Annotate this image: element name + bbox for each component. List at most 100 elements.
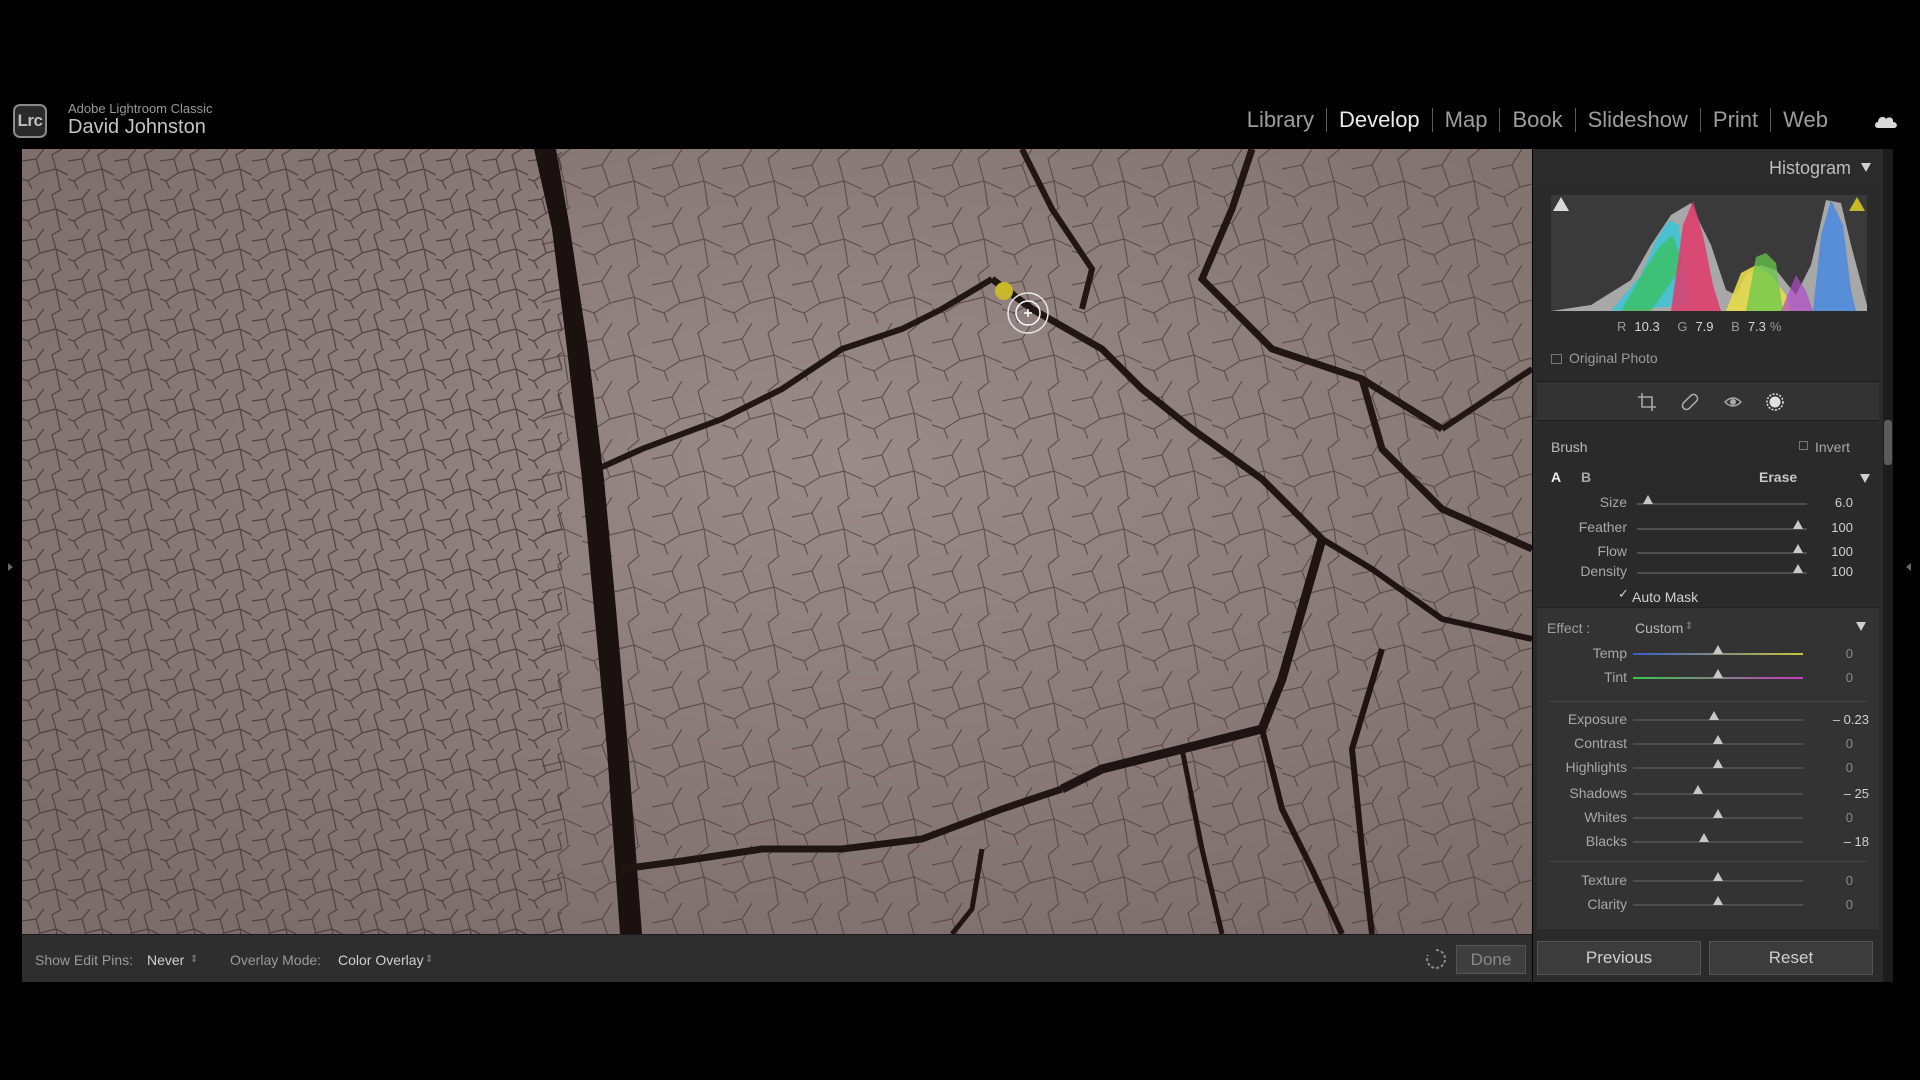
exposure-value[interactable]: – 0.23 bbox=[1803, 712, 1869, 727]
shadows-value[interactable]: – 25 bbox=[1803, 786, 1869, 801]
reset-button[interactable]: Reset bbox=[1709, 941, 1873, 975]
divider bbox=[1549, 861, 1867, 862]
feather-value[interactable]: 100 bbox=[1803, 520, 1853, 535]
histogram-graph[interactable] bbox=[1551, 195, 1867, 311]
healing-tool-icon[interactable] bbox=[1680, 392, 1700, 412]
highlight-clipping-icon[interactable] bbox=[1849, 197, 1865, 211]
blacks-label: Blacks bbox=[1585, 833, 1627, 849]
module-map[interactable]: Map bbox=[1433, 108, 1501, 132]
previous-button[interactable]: Previous bbox=[1537, 941, 1701, 975]
module-web[interactable]: Web bbox=[1771, 108, 1840, 132]
original-photo-toggle[interactable]: Original Photo bbox=[1551, 350, 1658, 366]
right-panel: Histogram R 10.3 G 7.9 B 7.3% Original Phot… bbox=[1533, 149, 1883, 982]
histogram-rgb-readout: R 10.3 G 7.9 B 7.3% bbox=[1617, 319, 1781, 334]
module-print[interactable]: Print bbox=[1701, 108, 1772, 132]
size-slider-thumb[interactable] bbox=[1643, 495, 1653, 504]
size-label: Size bbox=[1599, 494, 1627, 510]
photo-canvas[interactable] bbox=[22, 149, 1532, 934]
panel-scrollbar-track[interactable] bbox=[1883, 149, 1893, 982]
brush-title: Brush bbox=[1551, 439, 1588, 455]
density-slider-thumb[interactable] bbox=[1793, 564, 1803, 573]
overlay-mode-label: Overlay Mode: bbox=[230, 952, 322, 968]
contrast-slider-thumb[interactable] bbox=[1713, 735, 1723, 744]
flow-value[interactable]: 100 bbox=[1803, 544, 1853, 559]
blacks-slider[interactable] bbox=[1633, 841, 1803, 843]
edit-toolbar: Show Edit Pins: Never ⇕ Overlay Mode: Co… bbox=[22, 934, 1532, 982]
panel-scrollbar-thumb[interactable] bbox=[1884, 420, 1892, 465]
percent-sign: % bbox=[1769, 319, 1782, 334]
effect-collapse-icon[interactable] bbox=[1856, 622, 1866, 631]
shadows-slider[interactable] bbox=[1633, 793, 1803, 795]
blacks-value[interactable]: – 18 bbox=[1803, 834, 1869, 849]
module-develop[interactable]: Develop bbox=[1327, 108, 1433, 132]
size-slider[interactable] bbox=[1637, 503, 1807, 505]
whites-slider-thumb[interactable] bbox=[1713, 809, 1723, 818]
cracked-mud-photo bbox=[22, 149, 1532, 934]
clarity-slider-thumb[interactable] bbox=[1713, 896, 1723, 905]
density-label: Density bbox=[1580, 563, 1627, 579]
user-name: David Johnston bbox=[68, 116, 206, 138]
brush-erase-tab[interactable]: Erase bbox=[1759, 469, 1797, 485]
left-panel-toggle-icon[interactable] bbox=[8, 563, 13, 571]
flow-slider[interactable] bbox=[1637, 552, 1807, 554]
tint-label: Tint bbox=[1604, 669, 1627, 685]
histogram-header[interactable]: Histogram bbox=[1533, 149, 1883, 185]
done-button[interactable]: Done bbox=[1456, 945, 1526, 974]
brush-tab-a[interactable]: A bbox=[1551, 469, 1561, 485]
highlights-slider-thumb[interactable] bbox=[1713, 759, 1723, 768]
texture-value[interactable]: 0 bbox=[1803, 873, 1853, 888]
highlights-label: Highlights bbox=[1565, 759, 1627, 775]
density-value[interactable]: 100 bbox=[1803, 564, 1853, 579]
exposure-slider-thumb[interactable] bbox=[1709, 711, 1719, 720]
feather-slider[interactable] bbox=[1637, 528, 1807, 530]
whites-value[interactable]: 0 bbox=[1803, 810, 1853, 825]
edit-pin[interactable] bbox=[995, 282, 1013, 300]
invert-checkbox[interactable] bbox=[1799, 441, 1808, 450]
cloud-sync-icon[interactable] bbox=[1874, 114, 1898, 128]
original-photo-label: Original Photo bbox=[1569, 350, 1658, 366]
flow-slider-thumb[interactable] bbox=[1793, 544, 1803, 553]
highlights-value[interactable]: 0 bbox=[1803, 760, 1853, 775]
feather-slider-thumb[interactable] bbox=[1793, 520, 1803, 529]
flow-label: Flow bbox=[1597, 543, 1627, 559]
feather-label: Feather bbox=[1578, 519, 1627, 535]
histogram-collapse-icon[interactable] bbox=[1861, 163, 1871, 172]
blacks-slider-thumb[interactable] bbox=[1699, 833, 1709, 842]
contrast-label: Contrast bbox=[1574, 735, 1627, 751]
original-photo-checkbox[interactable] bbox=[1551, 354, 1562, 365]
texture-slider-thumb[interactable] bbox=[1713, 872, 1723, 881]
module-library[interactable]: Library bbox=[1235, 108, 1327, 132]
right-panel-toggle-icon[interactable] bbox=[1906, 563, 1911, 571]
effect-preset-select[interactable]: Custom bbox=[1635, 620, 1683, 636]
red-eye-tool-icon[interactable] bbox=[1723, 392, 1743, 412]
masking-tool-icon[interactable] bbox=[1765, 392, 1785, 412]
temp-value[interactable]: 0 bbox=[1803, 646, 1853, 661]
b-label: B bbox=[1731, 319, 1740, 334]
show-edit-pins-select[interactable]: Never bbox=[147, 952, 184, 968]
r-value: 10.3 bbox=[1634, 319, 1660, 334]
tint-slider-thumb[interactable] bbox=[1713, 669, 1723, 678]
clarity-value[interactable]: 0 bbox=[1803, 897, 1853, 912]
module-slideshow[interactable]: Slideshow bbox=[1576, 108, 1701, 132]
brush-collapse-icon[interactable] bbox=[1860, 474, 1870, 483]
texture-label: Texture bbox=[1581, 872, 1627, 888]
density-slider[interactable] bbox=[1637, 572, 1807, 574]
temp-slider-thumb[interactable] bbox=[1713, 645, 1723, 654]
size-value[interactable]: 6.0 bbox=[1803, 495, 1853, 510]
loading-spinner-icon bbox=[1426, 948, 1447, 969]
contrast-value[interactable]: 0 bbox=[1803, 736, 1853, 751]
temp-label: Temp bbox=[1592, 645, 1627, 661]
histogram-title: Histogram bbox=[1768, 158, 1851, 178]
brush-tab-b[interactable]: B bbox=[1581, 469, 1591, 485]
b-value: 7.3 bbox=[1747, 319, 1766, 334]
shadows-slider-thumb[interactable] bbox=[1693, 785, 1703, 794]
show-edit-pins-chevron-icon: ⇕ bbox=[190, 954, 199, 965]
top-bar: Lrc Adobe Lightroom Classic David Johnst… bbox=[0, 96, 1920, 146]
auto-mask-check-icon[interactable]: ✓ bbox=[1618, 586, 1629, 602]
crop-tool-icon[interactable] bbox=[1637, 392, 1657, 412]
overlay-mode-select[interactable]: Color Overlay bbox=[338, 952, 424, 968]
auto-mask-label[interactable]: Auto Mask bbox=[1632, 589, 1698, 605]
tint-value[interactable]: 0 bbox=[1803, 670, 1853, 685]
shadow-clipping-icon[interactable] bbox=[1553, 197, 1569, 211]
module-book[interactable]: Book bbox=[1500, 108, 1576, 132]
